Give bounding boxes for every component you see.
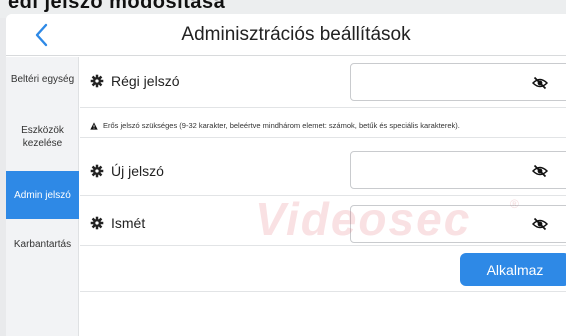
gear-icon: [90, 164, 104, 178]
eye-slash-icon[interactable]: [532, 75, 548, 91]
repeat-password-row: Ismét: [80, 203, 566, 245]
password-warning-text: Erős jelszó szükséges (9-32 karakter, be…: [103, 121, 460, 130]
top-strip-text: edi jelszó módosítása: [8, 0, 226, 13]
warning-icon: [90, 121, 98, 130]
sidebar-item-device-management[interactable]: Eszközök kezelése: [6, 115, 79, 159]
app-screen: Adminisztrációs beállítások Beltéri egys…: [6, 14, 566, 336]
eye-slash-icon[interactable]: [532, 163, 548, 179]
repeat-password-label: Ismét: [111, 215, 146, 231]
new-password-label-group: Új jelszó: [90, 163, 164, 179]
old-password-label: Régi jelszó: [111, 73, 180, 89]
new-password-label: Új jelszó: [111, 163, 164, 179]
row-divider: [80, 107, 566, 108]
row-divider: [80, 137, 566, 138]
sidebar-item-indoor-unit[interactable]: Beltéri egység: [6, 57, 79, 101]
row-divider: [80, 291, 566, 292]
page-title: Adminisztrációs beállítások: [181, 24, 411, 45]
row-divider: [80, 195, 566, 196]
sidebar-item-admin-password[interactable]: Admin jelszó: [6, 171, 79, 219]
old-password-row: Régi jelszó: [80, 59, 566, 105]
sidebar: Beltéri egység Eszközök kezelése Admin j…: [6, 57, 79, 336]
password-warning: Erős jelszó szükséges (9-32 karakter, be…: [90, 121, 460, 130]
gear-icon: [90, 216, 104, 230]
row-divider: [80, 245, 566, 246]
old-password-label-group: Régi jelszó: [90, 73, 179, 89]
password-form: Régi jelszó Erős jelszó szükséges (9-32 …: [80, 57, 566, 336]
apply-button[interactable]: Alkalmaz: [460, 253, 566, 286]
eye-slash-icon[interactable]: [532, 216, 548, 232]
repeat-password-label-group: Ismét: [90, 215, 145, 231]
header-bar: Adminisztrációs beállítások: [6, 14, 566, 56]
gear-icon: [90, 74, 104, 88]
new-password-row: Új jelszó: [80, 151, 566, 195]
sidebar-item-maintenance[interactable]: Karbantartás: [6, 223, 79, 265]
